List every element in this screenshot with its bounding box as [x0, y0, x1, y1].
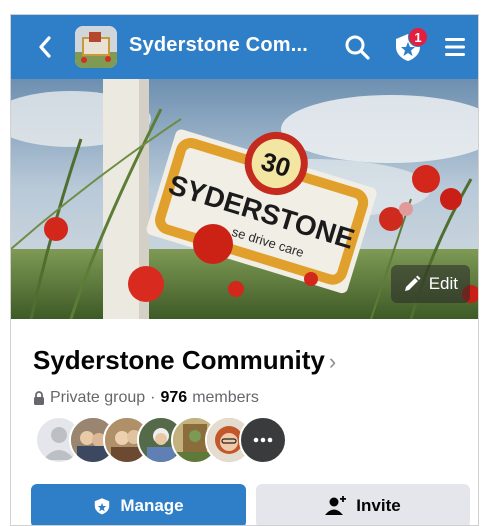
cover-photo: 30 SYDERSTONE se drive care Edit — [11, 79, 478, 319]
manage-button[interactable]: Manage — [31, 484, 246, 525]
invite-button[interactable]: Invite — [256, 484, 470, 525]
privacy-label: Private group — [50, 389, 146, 406]
pencil-icon — [404, 275, 421, 291]
group-title[interactable]: Syderstone Com... — [129, 34, 308, 57]
separator: · — [150, 389, 156, 406]
notification-badge: 1 — [408, 27, 428, 47]
chevron-right-icon: › — [328, 349, 337, 374]
group-thumbnail[interactable] — [75, 26, 117, 68]
group-name-text: Syderstone Community — [33, 345, 325, 375]
group-name[interactable]: Syderstone Community › — [33, 345, 336, 376]
more-members-button[interactable] — [239, 416, 287, 464]
edit-cover-button[interactable]: Edit — [390, 265, 470, 303]
invite-label: Invite — [356, 496, 401, 515]
app-frame: Syderstone Com... 1 30 SYDERSTONE se dri… — [10, 14, 479, 526]
edit-label: Edit — [428, 274, 458, 293]
top-bar: Syderstone Com... 1 — [11, 15, 478, 79]
search-icon — [345, 35, 370, 60]
menu-icon — [445, 38, 465, 56]
more-icon — [253, 437, 273, 443]
menu-button[interactable] — [443, 35, 467, 59]
search-button[interactable] — [343, 33, 371, 61]
back-arrow-icon — [39, 36, 51, 58]
add-person-icon — [325, 496, 347, 515]
group-meta: Private group · 976 members — [33, 389, 259, 407]
member-count[interactable]: 976 — [161, 389, 188, 407]
lock-icon — [34, 391, 44, 405]
shield-star-icon — [95, 498, 110, 515]
members-label[interactable]: members — [192, 389, 259, 407]
manage-label: Manage — [120, 496, 184, 515]
back-button[interactable] — [31, 33, 59, 61]
